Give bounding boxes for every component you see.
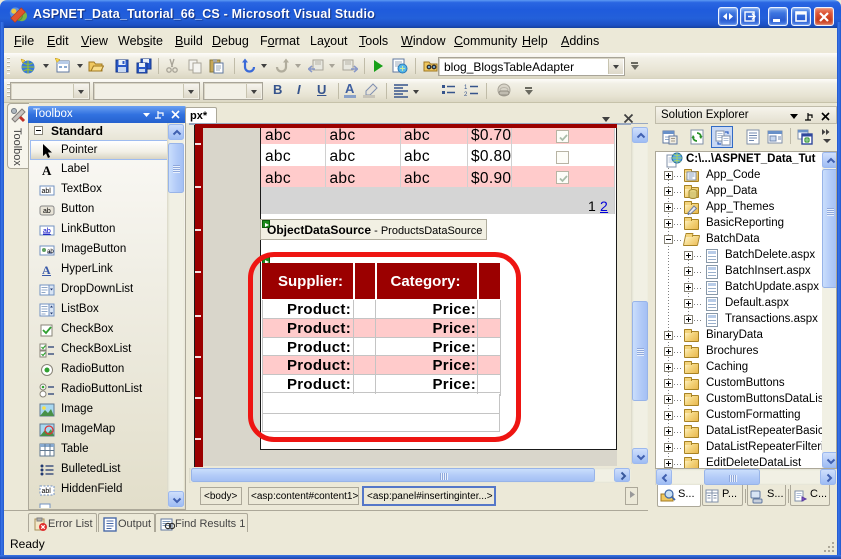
svg-text:ab: ab [47,249,54,255]
svg-text:1: 1 [464,85,468,91]
svg-text:2: 2 [464,92,468,98]
svg-text:abl: abl [42,188,52,195]
svg-text:a: a [41,507,45,508]
svg-text:A: A [42,263,51,277]
svg-text:ab: ab [43,208,51,215]
svg-text:abl: abl [42,488,52,495]
svg-text:A: A [42,163,52,178]
